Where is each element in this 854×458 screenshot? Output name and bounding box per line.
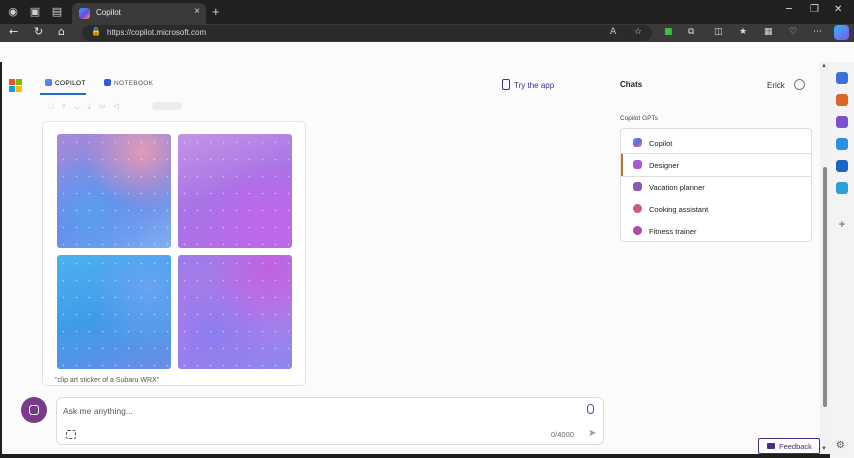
- designer-icon: [633, 160, 642, 169]
- sidebar-add-icon[interactable]: +: [836, 218, 848, 230]
- message-actions-toolbar[interactable]: ◌▿◡⤓▭◁: [48, 102, 127, 111]
- tab-copilot[interactable]: Copilot ×: [72, 3, 206, 24]
- favorite-star-icon[interactable]: ☆: [634, 27, 642, 37]
- collections-icon[interactable]: ▦: [764, 27, 773, 37]
- new-tab-button[interactable]: +: [212, 4, 220, 19]
- tab-title: Copilot: [96, 8, 121, 17]
- copilot-icon: [633, 138, 642, 147]
- new-topic-icon: [29, 405, 39, 415]
- active-tab-underline: [40, 93, 86, 95]
- ask-me-anything-input[interactable]: [63, 403, 533, 419]
- copilot-icon: [45, 79, 52, 86]
- phone-icon: [502, 79, 510, 90]
- workspaces-icon[interactable]: ▣: [28, 5, 42, 19]
- image-result-card: [42, 121, 306, 386]
- gpt-label: Vacation planner: [649, 183, 705, 192]
- chat-input-box[interactable]: 0/4000 ➤: [56, 397, 604, 445]
- generated-image-2[interactable]: [178, 134, 292, 248]
- back-icon[interactable]: ←: [9, 25, 18, 38]
- home-icon[interactable]: ⌂: [58, 25, 65, 38]
- feedback-icon: [767, 443, 775, 449]
- try-app-label: Try the app: [514, 81, 555, 90]
- generated-image-1[interactable]: [57, 134, 171, 248]
- tab-notebook-label: NOTEBOOK: [114, 80, 154, 87]
- scroll-down-icon[interactable]: ▼: [821, 446, 827, 452]
- generated-image-4[interactable]: [178, 255, 292, 369]
- sidebar-tools-icon[interactable]: [836, 94, 848, 106]
- gpt-item-vacation-planner[interactable]: Vacation planner: [621, 176, 811, 198]
- sidebar-office-icon[interactable]: [836, 138, 848, 150]
- fitness-icon: [633, 226, 642, 235]
- scroll-up-icon[interactable]: ▲: [821, 63, 827, 69]
- page-top-area: [0, 42, 854, 62]
- extension-green-icon[interactable]: ■: [664, 27, 673, 37]
- sidebar-copilot-icon[interactable]: [836, 72, 848, 84]
- new-topic-button[interactable]: [21, 397, 47, 423]
- gpt-label: Fitness trainer: [649, 227, 697, 236]
- copilot-page: COPILOT NOTEBOOK Try the app ◌▿◡⤓▭◁ "cli…: [2, 62, 820, 454]
- gpt-item-fitness-trainer[interactable]: Fitness trainer: [621, 220, 811, 242]
- generated-image-3[interactable]: [57, 255, 171, 369]
- sidebar-shopping-icon[interactable]: [836, 182, 848, 194]
- vacation-icon: [633, 182, 642, 191]
- settings-gear-icon[interactable]: ⚙: [836, 440, 845, 451]
- browser-window: ◉ ▣ ▤ Copilot × + ─ ❐ ✕ ← ↻ ⌂ 🔒 https://…: [0, 0, 854, 458]
- profile-icon[interactable]: ◉: [6, 5, 20, 19]
- copilot-gpts-heading: Copilot GPTs: [620, 115, 658, 122]
- gpt-label: Copilot: [649, 139, 673, 148]
- address-bar[interactable]: 🔒 https://copilot.microsoft.com A ☆: [82, 25, 652, 41]
- gpt-label: Cooking assistant: [649, 205, 709, 214]
- user-avatar-icon[interactable]: [794, 79, 805, 90]
- sidebar-games-icon[interactable]: [836, 116, 848, 128]
- notebook-icon: [104, 79, 111, 86]
- url-text: https://copilot.microsoft.com: [107, 28, 207, 37]
- sidebar-outlook-icon[interactable]: [836, 160, 848, 172]
- scrollbar-thumb[interactable]: [823, 167, 827, 407]
- response-counter-pill: [152, 102, 182, 110]
- image-prompt-caption: "clip art sticker of a Subaru WRX": [55, 377, 160, 384]
- user-name[interactable]: Erick: [767, 81, 785, 90]
- edge-sidebar: +: [830, 62, 854, 458]
- send-icon[interactable]: ➤: [588, 428, 596, 439]
- feedback-button[interactable]: Feedback: [758, 438, 820, 454]
- refresh-icon[interactable]: ↻: [34, 25, 43, 38]
- page-scrollbar[interactable]: ▲ ▼: [820, 62, 830, 454]
- copilot-sidebar-button[interactable]: [834, 25, 849, 40]
- extensions-icon[interactable]: ⧉: [688, 27, 694, 37]
- tab-strip: ◉ ▣ ▤ Copilot × + ─ ❐ ✕: [0, 0, 854, 24]
- feedback-label: Feedback: [779, 442, 812, 451]
- gpt-label: Designer: [649, 161, 680, 170]
- microsoft-logo-icon: [9, 79, 22, 92]
- maximize-icon[interactable]: ❐: [810, 4, 819, 15]
- chats-heading: Chats: [620, 80, 643, 89]
- tab-copilot-label: COPILOT: [55, 80, 86, 87]
- lock-icon[interactable]: 🔒: [91, 27, 101, 36]
- gpt-list: Copilot Designer Vacation planner Cookin…: [620, 128, 812, 242]
- close-tab-icon[interactable]: ×: [194, 6, 200, 17]
- performance-icon[interactable]: ♡: [789, 27, 797, 37]
- gpt-item-copilot[interactable]: Copilot: [621, 132, 811, 154]
- gpt-item-designer[interactable]: Designer: [621, 154, 811, 176]
- more-menu-icon[interactable]: ⋯: [813, 27, 822, 37]
- window-close-icon[interactable]: ✕: [834, 4, 842, 15]
- favorites-icon[interactable]: ★: [739, 27, 747, 37]
- tab-copilot-page[interactable]: COPILOT: [45, 79, 86, 87]
- tab-actions-icon[interactable]: ▤: [50, 5, 64, 19]
- browser-toolbar: ← ↻ ⌂ 🔒 https://copilot.microsoft.com A …: [0, 24, 854, 42]
- read-aloud-icon[interactable]: A: [610, 27, 616, 37]
- image-upload-icon[interactable]: [66, 430, 76, 439]
- copilot-favicon-icon: [79, 8, 90, 19]
- gpt-item-cooking-assistant[interactable]: Cooking assistant: [621, 198, 811, 220]
- split-screen-icon[interactable]: ◫: [714, 27, 723, 37]
- try-the-app-link[interactable]: Try the app: [502, 79, 554, 90]
- tab-notebook[interactable]: NOTEBOOK: [104, 79, 153, 87]
- character-counter: 0/4000: [551, 430, 574, 439]
- cooking-icon: [633, 204, 642, 213]
- microphone-icon[interactable]: [587, 404, 594, 414]
- minimize-icon[interactable]: ─: [786, 4, 792, 15]
